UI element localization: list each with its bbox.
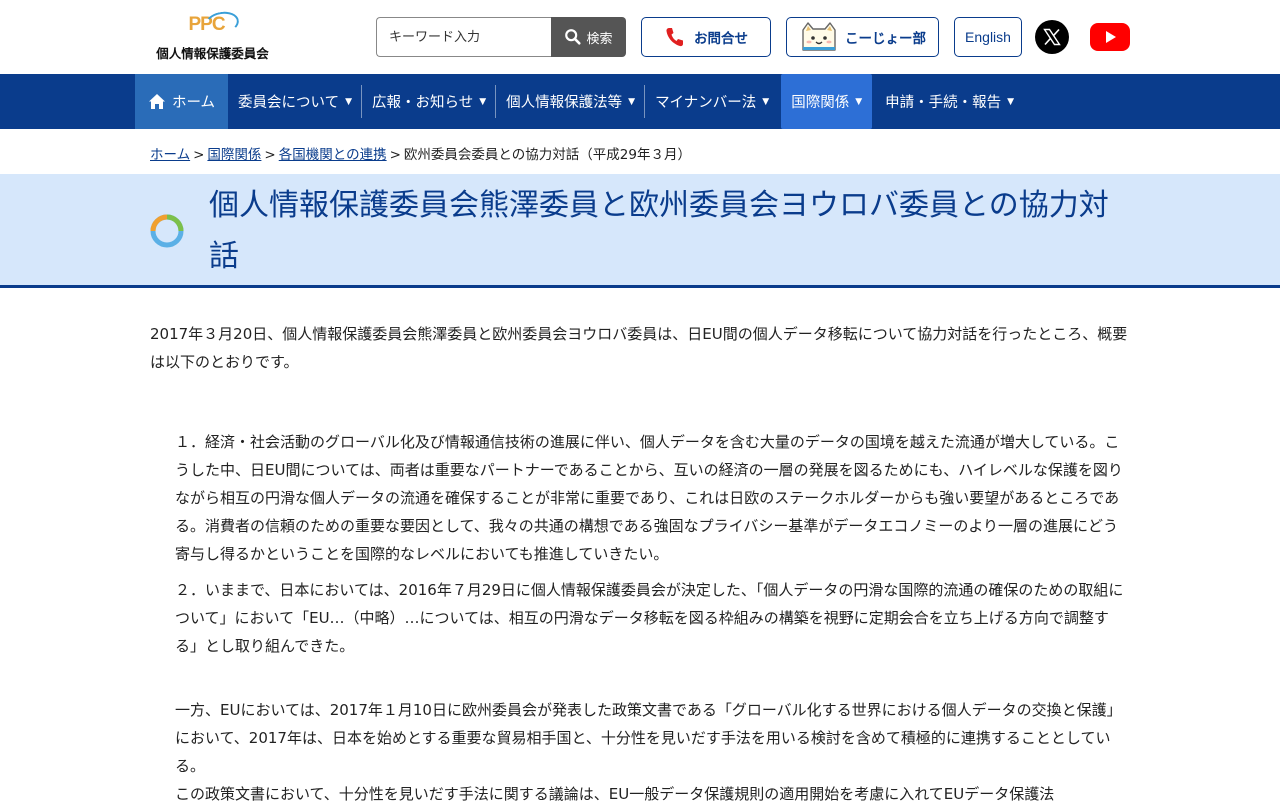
nav-news[interactable]: 広報・お知らせ ▼ xyxy=(362,74,497,129)
search-icon xyxy=(565,29,582,45)
breadcrumb-cooperation[interactable]: 各国機関との連携 xyxy=(279,147,387,163)
nav-privacy-law-label: 個人情報保護法等 xyxy=(506,95,623,111)
contact-button[interactable]: お問合せ xyxy=(641,17,771,57)
breadcrumb-international[interactable]: 国際関係 xyxy=(207,147,261,163)
search-input[interactable] xyxy=(376,17,551,57)
kids-page-button[interactable]: こーじょー部 xyxy=(786,17,939,57)
kids-label: こーじょー部 xyxy=(845,31,926,47)
summary-paragraph-3: 一方、EUにおいては、2017年１月10日に欧州委員会が発表した政策文書である「… xyxy=(175,701,1122,775)
site-header: PPC 個人情報保護委員会 検索 お問合せ xyxy=(0,0,1280,74)
site-logo[interactable]: PPC 個人情報保護委員会 xyxy=(150,9,275,62)
nav-home-label: ホーム xyxy=(171,95,216,111)
nav-home[interactable]: ホーム xyxy=(135,74,228,129)
nav-procedures-label: 申請・手続・報告 xyxy=(885,95,1002,111)
main-content: 2017年３月20日、個人情報保護委員会熊澤委員と欧州委員会ヨウロバ委員は、日E… xyxy=(150,320,1130,808)
global-nav: ホーム 委員会について ▼ 広報・お知らせ ▼ 個人情報保護法等 ▼ マイナンバ… xyxy=(0,74,1280,129)
contact-label: お問合せ xyxy=(694,31,748,47)
search-button[interactable]: 検索 xyxy=(551,17,626,57)
nav-about[interactable]: 委員会について ▼ xyxy=(228,74,362,129)
ring-icon xyxy=(150,214,184,248)
x-logo-icon xyxy=(1043,28,1061,46)
home-icon xyxy=(148,94,165,109)
caret-down-icon: ▼ xyxy=(1007,96,1015,107)
nav-international[interactable]: 国際関係 ▼ xyxy=(781,74,873,129)
nav-mynumber-law-label: マイナンバー法 xyxy=(655,95,757,111)
breadcrumb-home[interactable]: ホーム xyxy=(150,147,190,163)
cat-mascot-icon xyxy=(802,22,836,51)
summary-paragraph-1: １．経済・社会活動のグローバル化及び情報通信技術の進展に伴い、個人データを含む大… xyxy=(175,433,1123,563)
caret-down-icon: ▼ xyxy=(479,96,487,107)
caret-down-icon: ▼ xyxy=(762,96,770,107)
title-band: 個人情報保護委員会熊澤委員と欧州委員会ヨウロバ委員との協力対話 xyxy=(0,174,1280,288)
breadcrumb-separator: > xyxy=(193,147,205,163)
youtube-icon[interactable] xyxy=(1090,23,1130,51)
caret-down-icon: ▼ xyxy=(628,96,636,107)
ppc-logo-mark: PPC xyxy=(187,9,241,41)
nav-international-label: 国際関係 xyxy=(791,95,850,111)
search-button-label: 検索 xyxy=(586,31,613,47)
english-button[interactable]: English xyxy=(954,17,1022,57)
nav-privacy-law[interactable]: 個人情報保護法等 ▼ xyxy=(496,74,646,129)
summary-section: １．経済・社会活動のグローバル化及び情報通信技術の進展に伴い、個人データを含む大… xyxy=(150,428,1130,808)
page-title: 個人情報保護委員会熊澤委員と欧州委員会ヨウロバ委員との協力対話 xyxy=(209,188,1109,274)
nav-mynumber-law[interactable]: マイナンバー法 ▼ xyxy=(645,74,779,129)
intro-paragraph: 2017年３月20日、個人情報保護委員会熊澤委員と欧州委員会ヨウロバ委員は、日E… xyxy=(150,325,1128,371)
phone-icon xyxy=(666,28,683,47)
breadcrumb: ホーム > 国際関係 > 各国機関との連携 > 欧州委員会委員との協力対話（平成29年３月） xyxy=(150,143,691,163)
nav-about-label: 委員会について xyxy=(238,95,340,111)
breadcrumb-current: 欧州委員会委員との協力対話（平成29年３月） xyxy=(403,147,691,163)
nav-news-label: 広報・お知らせ xyxy=(372,95,474,111)
x-social-icon[interactable] xyxy=(1035,20,1069,54)
breadcrumb-separator: > xyxy=(389,147,401,163)
nav-procedures[interactable]: 申請・手続・報告 ▼ xyxy=(875,74,1024,129)
summary-paragraph-4: この政策文書において、十分性を見いだす手法に関する議論は、EU一般データ保護規則… xyxy=(175,785,1055,803)
summary-paragraph-2: ２．いままで、日本においては、2016年７月29日に個人情報保護委員会が決定した… xyxy=(175,581,1124,655)
caret-down-icon: ▼ xyxy=(855,96,863,107)
logo-text: 個人情報保護委員会 xyxy=(156,46,269,61)
caret-down-icon: ▼ xyxy=(345,96,352,107)
site-search: 検索 xyxy=(376,17,626,57)
breadcrumb-separator: > xyxy=(264,147,276,163)
